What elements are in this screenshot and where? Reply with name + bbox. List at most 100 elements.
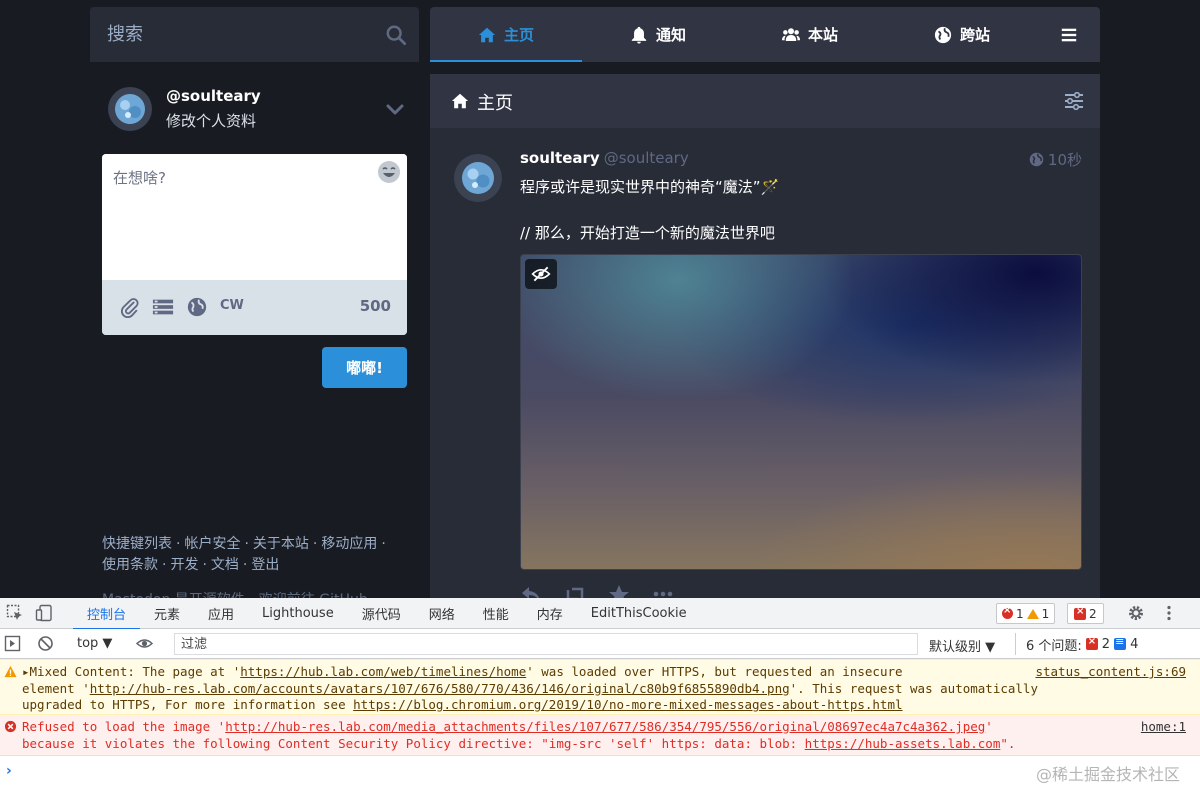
- message-link[interactable]: https://blog.chromium.org/2019/10/no-mor…: [353, 697, 902, 712]
- execution-context-select[interactable]: top ▼: [77, 636, 112, 651]
- message-text: Refused to load the image ': [22, 719, 226, 734]
- navigation-tabs: 主页 通知 本站 跨站: [430, 7, 1100, 62]
- devtools-tab-network[interactable]: 网络: [415, 598, 469, 629]
- message-link[interactable]: https://hub-assets.lab.com: [805, 736, 1001, 751]
- message-text: upgraded to HTTPS, For more information …: [22, 697, 354, 712]
- error-icon: [1002, 605, 1013, 619]
- search-icon[interactable]: [385, 24, 407, 46]
- devtools-tab-editthiscookie[interactable]: EditThisCookie: [577, 598, 701, 629]
- device-toolbar-icon[interactable]: [35, 604, 53, 622]
- status-post: soulteary @soulteary 10秒 程序或许是现实世界中的神奇“魔法…: [430, 128, 1100, 598]
- star-icon[interactable]: [608, 584, 630, 598]
- sidebar-toggle-icon[interactable]: [4, 635, 21, 652]
- devtools-tabs: 控制台 元素 应用 Lighthouse 源代码 网络 性能 内存 EditTh…: [73, 598, 701, 630]
- status-content-line: // 那么，开始打造一个新的魔法世界吧: [520, 224, 775, 242]
- message-link[interactable]: http://hub-res.lab.com/accounts/avatars/…: [90, 681, 790, 696]
- message-link[interactable]: http://hub-res.lab.com/media_attachments…: [225, 719, 985, 734]
- console-filter-input[interactable]: [174, 633, 918, 655]
- devtools-tab-console[interactable]: 控制台: [73, 598, 141, 630]
- footer-link[interactable]: 帐户安全: [184, 536, 240, 552]
- clear-console-icon[interactable]: [37, 635, 54, 652]
- tab-menu[interactable]: [1038, 7, 1100, 62]
- edit-profile-link[interactable]: 修改个人资料: [166, 110, 256, 131]
- media-attachment[interactable]: [520, 254, 1082, 570]
- devtools-tab-lighthouse[interactable]: Lighthouse: [248, 598, 348, 629]
- publish-button[interactable]: 嘟嘟!: [322, 347, 407, 388]
- devtools-tab-bar: 控制台 元素 应用 Lighthouse 源代码 网络 性能 内存 EditTh…: [0, 598, 1200, 630]
- footer-link[interactable]: 快捷键列表: [102, 536, 172, 552]
- devtools-tab-memory[interactable]: 内存: [523, 598, 577, 629]
- status-content-line: 程序或许是现实世界中的神奇“魔法”🪄: [520, 178, 780, 196]
- devtools-tab-performance[interactable]: 性能: [469, 598, 523, 629]
- footer-link[interactable]: 移动应用: [321, 536, 377, 552]
- message-text: ".: [1000, 735, 1016, 751]
- status-timestamp[interactable]: 10秒: [1029, 149, 1082, 170]
- tab-notifications[interactable]: 通知: [582, 7, 734, 62]
- footer-link[interactable]: 关于本站: [253, 536, 309, 552]
- console-message-counts[interactable]: 1 1: [996, 603, 1056, 624]
- status-author[interactable]: soulteary @soulteary: [520, 149, 689, 167]
- message-link[interactable]: https://hub.lab.com/web/timelines/home: [240, 664, 526, 679]
- tab-federated[interactable]: 跨站: [886, 7, 1038, 62]
- issue-error-count: 2: [1101, 636, 1111, 652]
- issues-label: 6 个问题:: [1026, 638, 1082, 654]
- gear-icon[interactable]: [1127, 604, 1145, 622]
- left-column: @soulteary 修改个人资料: [90, 7, 419, 598]
- account-panel: @soulteary 修改个人资料: [90, 77, 419, 147]
- sliders-icon[interactable]: [1064, 92, 1084, 110]
- issues-button[interactable]: 6 个问题: 2 4: [1015, 633, 1138, 655]
- footer-link[interactable]: 登出: [251, 557, 279, 573]
- devtools-tab-sources[interactable]: 源代码: [348, 598, 415, 629]
- footer-link[interactable]: 文档: [211, 557, 239, 573]
- status-action-bar: [520, 584, 674, 598]
- footer-about-text: Mastodon 是开源软件。欢迎前往 GitHub: [102, 589, 368, 598]
- eye-icon[interactable]: [136, 635, 153, 652]
- more-icon[interactable]: [652, 584, 674, 598]
- footer-link[interactable]: 开发: [170, 557, 198, 573]
- warning-count: 1: [1041, 606, 1050, 621]
- error-icon: [4, 720, 17, 733]
- issue-error-icon: [1085, 636, 1098, 650]
- avatar[interactable]: [454, 154, 502, 202]
- message-text: element ': [22, 680, 90, 696]
- kebab-menu-icon[interactable]: [1160, 604, 1178, 622]
- warning-icon: [4, 665, 17, 678]
- home-icon: [451, 93, 469, 109]
- message-text: ' was loaded over HTTPS, but requested a…: [526, 664, 903, 679]
- log-levels-select[interactable]: 默认级别 ▼: [929, 636, 995, 655]
- reply-icon[interactable]: [520, 584, 542, 598]
- poll-icon[interactable]: [152, 296, 174, 318]
- compose-textarea[interactable]: [102, 154, 407, 280]
- content-warning-button[interactable]: CW: [220, 298, 244, 313]
- issues-count-button[interactable]: 2: [1067, 603, 1104, 624]
- message-source-link[interactable]: status_content.js:69: [1029, 664, 1186, 681]
- console-warning-message: ▸Mixed Content: The page at 'https://hub…: [0, 659, 1200, 715]
- media-visibility-toggle[interactable]: [525, 259, 557, 289]
- paperclip-icon[interactable]: [119, 296, 141, 318]
- boost-icon[interactable]: [564, 584, 586, 598]
- devtools-tab-application[interactable]: 应用: [194, 598, 248, 629]
- inspect-element-icon[interactable]: [6, 604, 24, 622]
- search-input[interactable]: [90, 7, 380, 62]
- console-prompt[interactable]: ›: [6, 763, 12, 779]
- emoji-picker-icon[interactable]: [377, 160, 401, 184]
- message-text: ▸Mixed Content: The page at ': [22, 664, 241, 679]
- mastodon-app: @soulteary 修改个人资料: [0, 0, 1200, 598]
- tab-label: 本站: [807, 26, 838, 44]
- avatar[interactable]: [108, 87, 152, 131]
- footer-link[interactable]: 使用条款: [102, 557, 158, 573]
- watermark: @稀土掘金技术社区: [1035, 765, 1180, 784]
- chevron-down-icon[interactable]: [385, 99, 405, 119]
- home-icon: [478, 27, 496, 42]
- globe-icon[interactable]: [186, 296, 208, 318]
- display-name: soulteary: [520, 149, 600, 167]
- tab-home[interactable]: 主页: [430, 7, 582, 62]
- account-handle[interactable]: @soulteary: [166, 87, 261, 105]
- message-source-link[interactable]: home:1: [1134, 719, 1186, 736]
- status-time: 10秒: [1047, 151, 1082, 169]
- search-box: [90, 7, 419, 62]
- bell-icon: [631, 26, 647, 44]
- message-text: '. This request was automatically: [789, 680, 1038, 696]
- tab-local[interactable]: 本站: [734, 7, 886, 62]
- devtools-tab-elements[interactable]: 元素: [140, 598, 194, 629]
